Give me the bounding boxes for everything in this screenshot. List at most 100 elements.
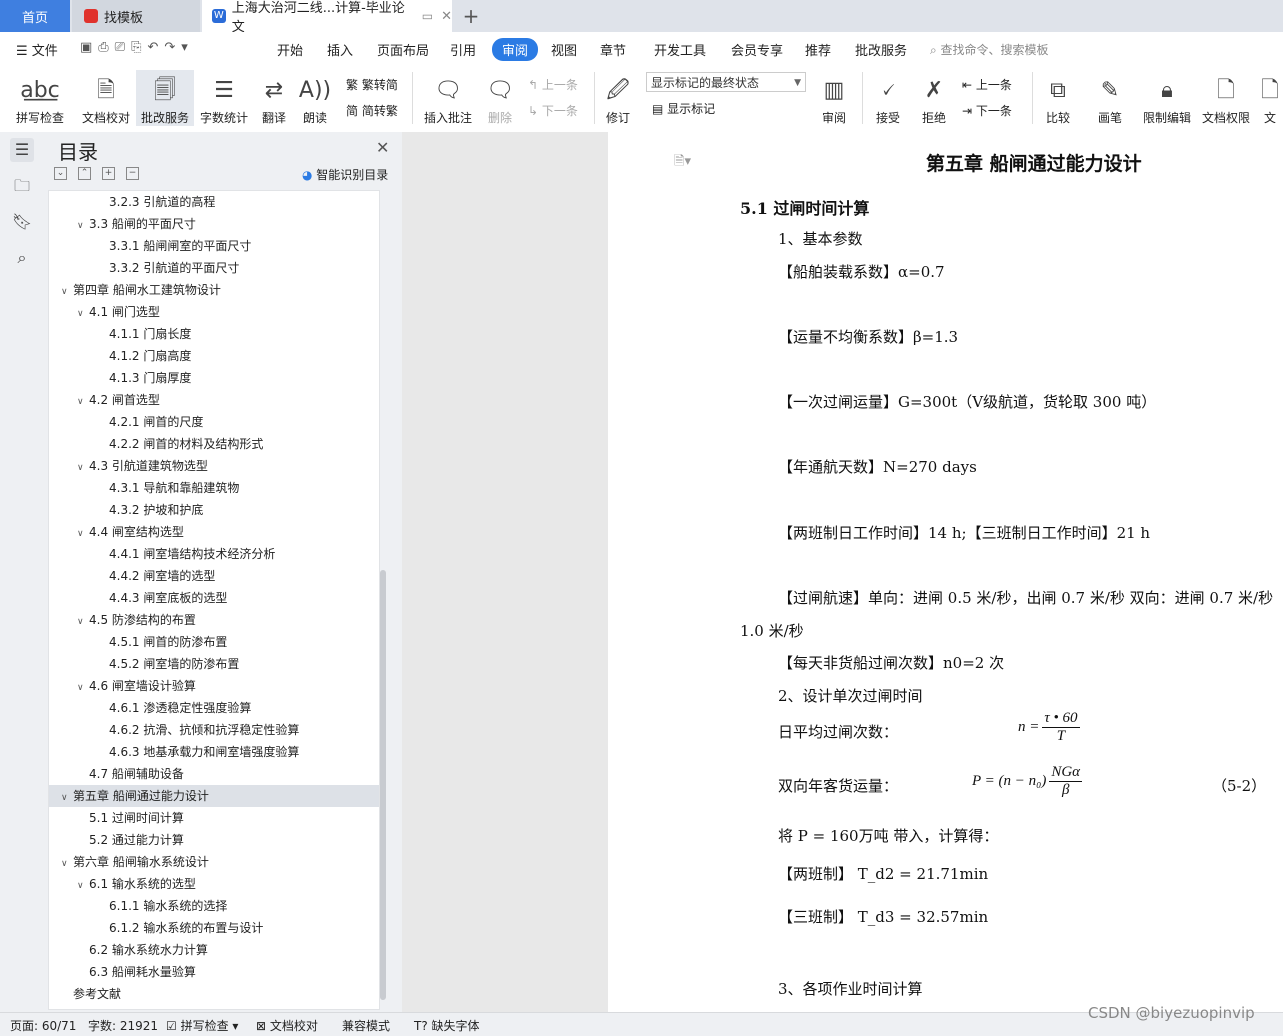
monitor-icon[interactable]: ▭	[422, 9, 433, 23]
reject-button[interactable]: ✗ 拒绝	[916, 70, 952, 126]
translate-button[interactable]: ⇄ 翻译	[256, 70, 292, 126]
prev-comment-button[interactable]: ↰ 上一条	[528, 76, 578, 93]
chevron-down-icon[interactable]: ∨	[77, 303, 89, 325]
toc-item[interactable]: 参考文献	[49, 983, 379, 1005]
restrict-editing-button[interactable]: 🔒︎ 限制编辑	[1140, 70, 1194, 126]
next-change-button[interactable]: ⇥ 下一条	[962, 102, 1012, 119]
menu-insert[interactable]: 插入	[327, 40, 353, 59]
menu-recommend[interactable]: 推荐	[805, 40, 831, 59]
toc-item[interactable]: 6.3 船闸耗水量验算	[49, 961, 379, 983]
toc-item[interactable]: 4.2.1 闸首的尺度	[49, 411, 379, 433]
chevron-down-icon[interactable]: ∨	[77, 457, 89, 479]
toc-item[interactable]: 4.4.2 闸室墙的选型	[49, 565, 379, 587]
next-comment-button[interactable]: ↳ 下一条	[528, 102, 578, 119]
word-count[interactable]: 字数: 21921	[88, 1017, 158, 1034]
toc-item[interactable]: 4.1.1 门扇长度	[49, 323, 379, 345]
menu-correction-service[interactable]: 批改服务	[855, 40, 907, 59]
pen-button[interactable]: ✎ 画笔	[1092, 70, 1128, 126]
chevron-down-icon[interactable]: ∨	[77, 611, 89, 633]
toc-item[interactable]: ∨ 第六章 船闸输水系统设计	[49, 851, 379, 873]
document-page[interactable]: 🗎▾ 第五章 船闸通过能力设计 5.1 过闸时间计算 1、基本参数 【船舶装载系…	[608, 132, 1283, 1012]
doc-rights-button[interactable]: 🗋 文档权限	[1200, 70, 1252, 126]
accept-button[interactable]: 🗸 接受	[870, 70, 906, 126]
chevron-down-icon[interactable]: ∨	[61, 853, 73, 875]
paragraph-options-icon[interactable]: 🗎▾	[674, 152, 691, 174]
missing-font[interactable]: T? 缺失字体	[414, 1017, 480, 1034]
chevron-down-icon[interactable]: ∨	[77, 677, 89, 699]
menu-start[interactable]: 开始	[277, 40, 303, 59]
toc-item[interactable]: ∨ 3.3 船闸的平面尺寸	[49, 213, 379, 235]
menu-review[interactable]: 审阅	[492, 38, 539, 61]
close-icon[interactable]: ✕	[376, 138, 389, 157]
toc-scrollbar[interactable]	[380, 570, 386, 1000]
command-search[interactable]: ⌕ 查找命令、搜索模板	[930, 41, 1049, 58]
toc-pane-icon[interactable]: ☰	[10, 138, 34, 162]
toc-item[interactable]: 3.3.1 船闸闸室的平面尺寸	[49, 235, 379, 257]
smart-toc-button[interactable]: ◕ 智能识别目录	[302, 166, 388, 183]
menu-page-layout[interactable]: 页面布局	[377, 40, 429, 59]
toc-item[interactable]: 4.7 船闸辅助设备	[49, 763, 379, 785]
chevron-down-icon[interactable]: ∨	[61, 281, 73, 303]
menu-chapter[interactable]: 章节	[600, 40, 626, 59]
toc-item[interactable]: 4.6.1 渗透稳定性强度验算	[49, 697, 379, 719]
toc-item[interactable]: 6.1.1 输水系统的选择	[49, 895, 379, 917]
toc-item[interactable]: ∨ 第五章 船闸通过能力设计	[49, 785, 379, 807]
word-count-button[interactable]: ☰ 字数统计	[198, 70, 250, 126]
new-tab-button[interactable]: +	[456, 0, 486, 32]
expand-up-icon[interactable]: ⌃	[78, 167, 91, 180]
page-indicator[interactable]: 页面: 60/71	[10, 1017, 76, 1034]
status-spell-check[interactable]: ☑ 拼写检查 ▾	[166, 1017, 238, 1034]
toc-item[interactable]: ∨ 第四章 船闸水工建筑物设计	[49, 279, 379, 301]
doc-check-button[interactable]: 🗎 文档校对	[78, 70, 134, 126]
bookmark-icon[interactable]: 🔖︎	[10, 210, 34, 234]
review-pane-button[interactable]: ▥ 审阅	[816, 70, 852, 126]
prev-change-button[interactable]: ⇤ 上一条	[962, 76, 1012, 93]
toc-item[interactable]: 3.3.2 引航道的平面尺寸	[49, 257, 379, 279]
spell-check-button[interactable]: a͟b͟c 拼写检查	[10, 70, 70, 126]
toc-item[interactable]: ∨ 4.4 闸室结构选型	[49, 521, 379, 543]
toc-item[interactable]: ∨ 4.5 防渗结构的布置	[49, 609, 379, 631]
toc-item[interactable]: 4.1.2 门扇高度	[49, 345, 379, 367]
toc-item[interactable]: 4.6.2 抗滑、抗倾和抗浮稳定性验算	[49, 719, 379, 741]
menu-reference[interactable]: 引用	[450, 40, 476, 59]
toc-item[interactable]: 6.1.2 输水系统的布置与设计	[49, 917, 379, 939]
toc-item[interactable]: 5.1 过闸时间计算	[49, 807, 379, 829]
toc-item[interactable]: 4.4.3 闸室底板的选型	[49, 587, 379, 609]
toc-item[interactable]: ∨ 4.3 引航道建筑物选型	[49, 455, 379, 477]
quick-access-toolbar[interactable]: ▣⎙⎚⎘↶↷▾	[80, 40, 194, 55]
toc-item[interactable]: 4.4.1 闸室墙结构技术经济分析	[49, 543, 379, 565]
remove-heading-icon[interactable]: −	[126, 167, 139, 180]
compare-button[interactable]: ⧉ 比较	[1040, 70, 1076, 126]
toc-item[interactable]: 4.1.3 门扇厚度	[49, 367, 379, 389]
simp-to-trad-button[interactable]: 简 简转繁	[346, 102, 398, 119]
read-aloud-button[interactable]: A)) 朗读	[298, 70, 332, 126]
chevron-down-icon[interactable]: ∨	[77, 523, 89, 545]
status-doc-check[interactable]: ⊠ 文档校对	[256, 1017, 318, 1034]
toc-item[interactable]: 4.3.1 导航和靠船建筑物	[49, 477, 379, 499]
collapse-all-icon[interactable]: ⌄	[54, 167, 67, 180]
toc-item[interactable]: 4.5.2 闸室墙的防渗布置	[49, 653, 379, 675]
toc-item[interactable]: ∨ 4.2 闸首选型	[49, 389, 379, 411]
chevron-down-icon[interactable]: ∨	[77, 215, 89, 237]
menu-developer[interactable]: 开发工具	[654, 40, 706, 59]
show-markup-button[interactable]: ▤ 显示标记	[652, 100, 715, 117]
file-menu[interactable]: ☰ 文件	[16, 40, 58, 59]
markup-state-select[interactable]: 显示标记的最终状态 ▼	[646, 72, 806, 92]
tab-find-template[interactable]: 找模板	[72, 0, 200, 32]
toc-item[interactable]: 4.5.1 闸首的防渗布置	[49, 631, 379, 653]
toc-item[interactable]: 4.2.2 闸首的材料及结构形式	[49, 433, 379, 455]
search-icon[interactable]: ⌕	[10, 246, 34, 270]
chevron-down-icon[interactable]: ∨	[77, 391, 89, 413]
toc-item[interactable]: ∨ 4.1 闸门选型	[49, 301, 379, 323]
toc-item[interactable]: 5.2 通过能力计算	[49, 829, 379, 851]
delete-comment-button[interactable]: 🗨 删除	[482, 70, 518, 126]
more-doc-button[interactable]: 🗋 文	[1258, 70, 1282, 126]
toc-item[interactable]: ∨ 4.6 闸室墙设计验算	[49, 675, 379, 697]
chevron-down-icon[interactable]: ∨	[61, 787, 73, 809]
close-tab-icon[interactable]: ✕	[441, 9, 452, 24]
outline-icon[interactable]: 🗀	[10, 174, 34, 198]
toc-item[interactable]: 4.3.2 护坡和护底	[49, 499, 379, 521]
chevron-down-icon[interactable]: ∨	[77, 875, 89, 897]
track-changes-button[interactable]: 🖉 修订	[600, 70, 636, 126]
menu-view[interactable]: 视图	[551, 40, 577, 59]
